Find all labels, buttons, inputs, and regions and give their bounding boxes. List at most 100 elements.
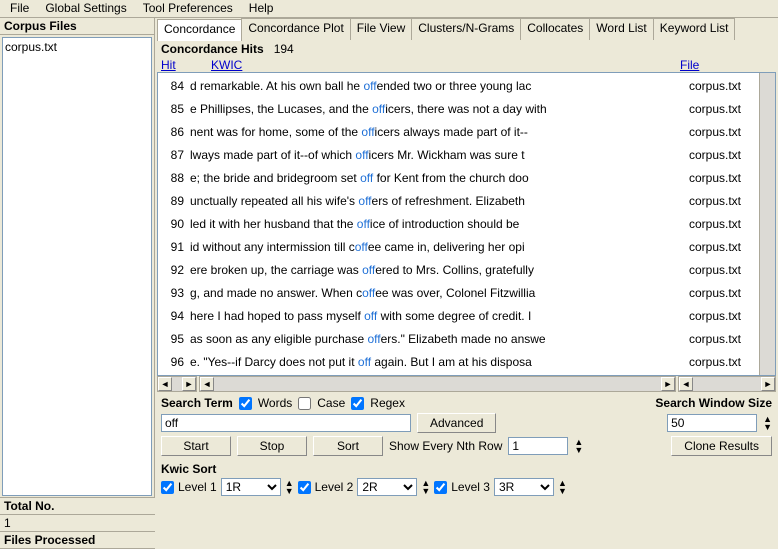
- tab-file-view[interactable]: File View: [350, 18, 412, 40]
- row-file: corpus.txt: [685, 167, 759, 190]
- concordance-hits-value: 194: [274, 42, 294, 56]
- row-text: e Phillipses, the Lucases, and the offic…: [190, 98, 685, 121]
- level1-label: Level 1: [178, 480, 217, 494]
- table-row[interactable]: 87lways made part of it--of which office…: [158, 144, 759, 167]
- spinner-icon[interactable]: ▲▼: [574, 438, 583, 454]
- table-row[interactable]: 97disposed to call his interference offi…: [158, 374, 759, 375]
- level1-select[interactable]: 1R: [221, 478, 281, 496]
- regex-checkbox[interactable]: [351, 397, 364, 410]
- spinner-icon[interactable]: ▲▼: [763, 415, 772, 431]
- kwic-hscroll[interactable]: ◄►: [199, 376, 676, 392]
- file-hscroll[interactable]: ◄►: [678, 376, 776, 392]
- level3-select[interactable]: 3R: [494, 478, 554, 496]
- row-num: 84: [158, 75, 190, 98]
- corpus-files-list[interactable]: corpus.txt: [2, 37, 152, 496]
- table-row[interactable]: 89unctually repeated all his wife's offe…: [158, 190, 759, 213]
- search-term-label: Search Term: [161, 396, 233, 410]
- table-row[interactable]: 88e; the bride and bridegroom set off fo…: [158, 167, 759, 190]
- tab-wordlist[interactable]: Word List: [589, 18, 653, 40]
- scroll-right-icon[interactable]: ►: [182, 377, 196, 391]
- table-row[interactable]: 84d remarkable. At his own ball he offen…: [158, 75, 759, 98]
- row-text: led it with her husband that the office …: [190, 213, 685, 236]
- scroll-left-icon[interactable]: ◄: [158, 377, 172, 391]
- words-checkbox[interactable]: [239, 397, 252, 410]
- row-file: corpus.txt: [685, 190, 759, 213]
- clone-results-button[interactable]: Clone Results: [671, 436, 772, 456]
- table-row[interactable]: 85e Phillipses, the Lucases, and the off…: [158, 98, 759, 121]
- level3-checkbox[interactable]: [434, 481, 447, 494]
- row-file: corpus.txt: [685, 259, 759, 282]
- corpus-files-header: Corpus Files: [0, 18, 154, 35]
- advanced-button[interactable]: Advanced: [417, 413, 496, 433]
- table-row[interactable]: 95as soon as any eligible purchase offer…: [158, 328, 759, 351]
- concordance-results[interactable]: 84d remarkable. At his own ball he offen…: [158, 73, 759, 375]
- table-row[interactable]: 96e. "Yes--if Darcy does not put it off …: [158, 351, 759, 374]
- spinner-icon[interactable]: ▲▼: [285, 479, 294, 495]
- row-file: corpus.txt: [685, 98, 759, 121]
- row-file: corpus.txt: [685, 75, 759, 98]
- menu-global[interactable]: Global Settings: [39, 0, 132, 17]
- tab-collocates[interactable]: Collocates: [520, 18, 590, 40]
- tab-concordance-plot[interactable]: Concordance Plot: [241, 18, 350, 40]
- window-size-input[interactable]: [667, 414, 757, 432]
- results-vscroll[interactable]: [759, 73, 775, 375]
- start-button[interactable]: Start: [161, 436, 231, 456]
- row-text: unctually repeated all his wife's offers…: [190, 190, 685, 213]
- col-kwic[interactable]: KWIC: [211, 58, 680, 72]
- menu-file[interactable]: File: [4, 0, 35, 17]
- scroll-left-icon[interactable]: ◄: [679, 377, 693, 391]
- scroll-right-icon[interactable]: ►: [761, 377, 775, 391]
- level2-select[interactable]: 2R: [357, 478, 417, 496]
- row-text: d remarkable. At his own ball he offende…: [190, 75, 685, 98]
- scroll-right-icon[interactable]: ►: [661, 377, 675, 391]
- row-text: ere broken up, the carriage was offered …: [190, 259, 685, 282]
- row-num: 95: [158, 328, 190, 351]
- row-text: as soon as any eligible purchase offers.…: [190, 328, 685, 351]
- row-file: corpus.txt: [685, 305, 759, 328]
- level1-checkbox[interactable]: [161, 481, 174, 494]
- row-file: corpus.txt: [685, 351, 759, 374]
- table-row[interactable]: 91id without any intermission till coffe…: [158, 236, 759, 259]
- stop-button[interactable]: Stop: [237, 436, 307, 456]
- row-file: corpus.txt: [685, 328, 759, 351]
- table-row[interactable]: 86nent was for home, some of the officer…: [158, 121, 759, 144]
- level2-checkbox[interactable]: [298, 481, 311, 494]
- regex-label: Regex: [370, 396, 405, 410]
- corpus-file-item[interactable]: corpus.txt: [5, 40, 149, 54]
- row-file: corpus.txt: [685, 121, 759, 144]
- case-label: Case: [317, 396, 345, 410]
- row-num: 93: [158, 282, 190, 305]
- search-input[interactable]: [161, 414, 411, 432]
- col-hit[interactable]: Hit: [161, 58, 211, 72]
- concordance-hits-label: Concordance Hits: [161, 42, 264, 56]
- window-size-label: Search Window Size: [655, 396, 772, 410]
- table-row[interactable]: 93g, and made no answer. When coffee was…: [158, 282, 759, 305]
- col-file[interactable]: File: [680, 58, 760, 72]
- menu-tool[interactable]: Tool Preferences: [137, 0, 239, 17]
- tab-concordance[interactable]: Concordance: [157, 19, 242, 41]
- case-checkbox[interactable]: [298, 397, 311, 410]
- row-text: lways made part of it--of which officers…: [190, 144, 685, 167]
- spinner-icon[interactable]: ▲▼: [421, 479, 430, 495]
- table-row[interactable]: 94here I had hoped to pass myself off wi…: [158, 305, 759, 328]
- scroll-left-icon[interactable]: ◄: [200, 377, 214, 391]
- row-text: g, and made no answer. When coffee was o…: [190, 282, 685, 305]
- row-num: 86: [158, 121, 190, 144]
- tab-clusters[interactable]: Clusters/N-Grams: [411, 18, 521, 40]
- table-row[interactable]: 90led it with her husband that the offic…: [158, 213, 759, 236]
- table-row[interactable]: 92ere broken up, the carriage was offere…: [158, 259, 759, 282]
- tab-keywordlist[interactable]: Keyword List: [653, 18, 736, 40]
- row-num: 94: [158, 305, 190, 328]
- files-processed-label: Files Processed: [0, 531, 155, 549]
- total-no-value: 1: [0, 515, 155, 531]
- row-num: 96: [158, 351, 190, 374]
- hit-hscroll[interactable]: ◄►: [157, 376, 197, 392]
- menu-help[interactable]: Help: [243, 0, 280, 17]
- sort-button[interactable]: Sort: [313, 436, 383, 456]
- row-num: 92: [158, 259, 190, 282]
- spinner-icon[interactable]: ▲▼: [558, 479, 567, 495]
- nth-input[interactable]: [508, 437, 568, 455]
- row-file: corpus.txt: [685, 144, 759, 167]
- words-label: Words: [258, 396, 292, 410]
- row-file: corpus.txt: [685, 282, 759, 305]
